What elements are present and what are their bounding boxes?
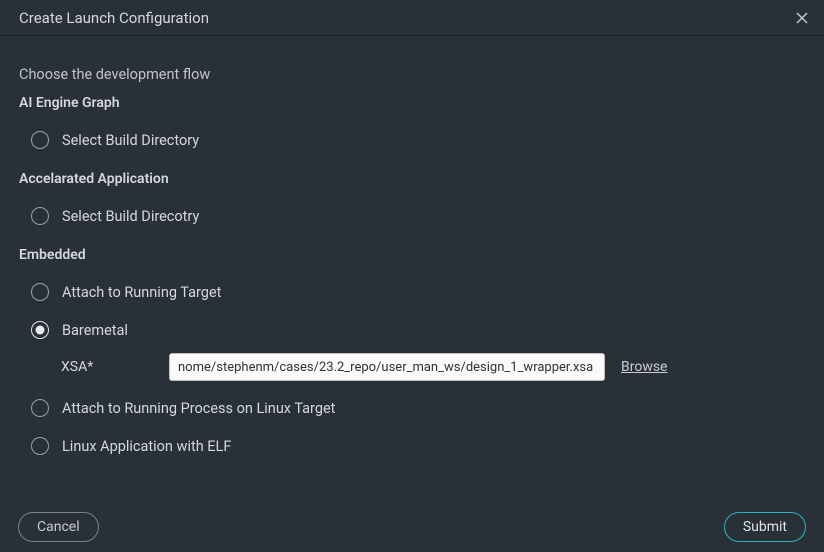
radio-label: Attach to Running Target: [62, 284, 221, 301]
radio-label: Linux Application with ELF: [62, 438, 231, 455]
dialog-footer: Cancel Submit: [0, 502, 824, 552]
browse-link[interactable]: Browse: [621, 359, 667, 375]
xsa-field-row: XSA* Browse: [19, 353, 805, 381]
prompt-text: Choose the development flow: [19, 66, 805, 83]
radio-linux-app-elf[interactable]: Linux Application with ELF: [19, 431, 805, 461]
radio-icon: [31, 399, 49, 417]
cancel-button[interactable]: Cancel: [18, 512, 99, 542]
xsa-label: XSA*: [61, 359, 169, 375]
close-icon[interactable]: [792, 8, 812, 28]
radio-baremetal[interactable]: Baremetal: [19, 315, 805, 345]
section-accel-app-header: Accelarated Application: [19, 171, 805, 187]
radio-label: Attach to Running Process on Linux Targe…: [62, 400, 335, 417]
dialog-title: Create Launch Configuration: [19, 9, 209, 27]
dialog-content: Choose the development flow AI Engine Gr…: [0, 36, 824, 461]
radio-icon: [31, 283, 49, 301]
radio-label: Baremetal: [62, 322, 128, 339]
radio-label: Select Build Direcotry: [62, 208, 199, 225]
xsa-input[interactable]: [169, 353, 605, 381]
submit-button[interactable]: Submit: [724, 512, 806, 542]
section-ai-engine-header: AI Engine Graph: [19, 95, 805, 111]
radio-attach-running-target[interactable]: Attach to Running Target: [19, 277, 805, 307]
radio-select-build-directory-accel[interactable]: Select Build Direcotry: [19, 201, 805, 231]
radio-icon: [31, 207, 49, 225]
radio-select-build-directory-ai[interactable]: Select Build Directory: [19, 125, 805, 155]
radio-icon: [31, 321, 49, 339]
radio-icon: [31, 437, 49, 455]
section-embedded-header: Embedded: [19, 247, 805, 263]
radio-icon: [31, 131, 49, 149]
title-bar: Create Launch Configuration: [0, 0, 824, 36]
radio-label: Select Build Directory: [62, 132, 199, 149]
radio-attach-process-linux[interactable]: Attach to Running Process on Linux Targe…: [19, 393, 805, 423]
